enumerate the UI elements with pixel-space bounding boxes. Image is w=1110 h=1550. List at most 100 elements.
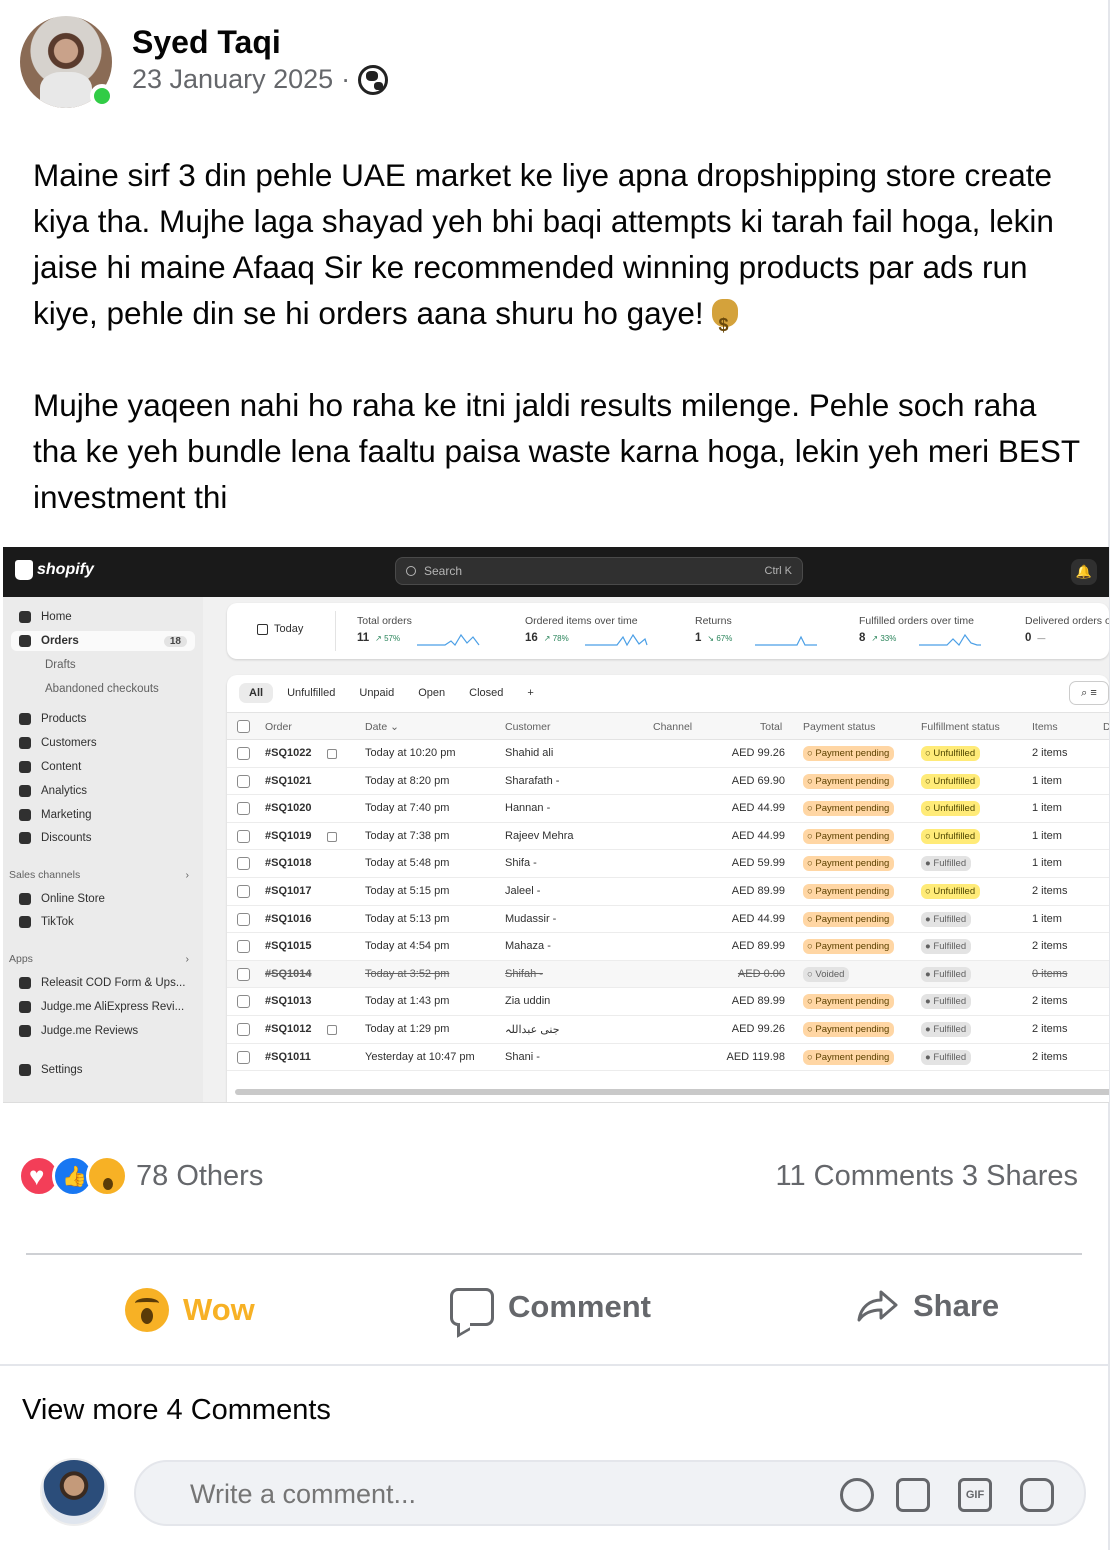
- order-total: AED 89.99: [731, 885, 785, 897]
- fulfillment-status-badge: ○ Unfulfilled: [921, 746, 981, 761]
- reactions-summary[interactable]: 78 Others: [18, 1155, 263, 1197]
- nav-discounts: Discounts: [19, 828, 195, 848]
- emoji-icon[interactable]: [840, 1478, 874, 1512]
- order-number: #SQ1012: [265, 1023, 312, 1035]
- fulfillment-status-badge: ● Fulfilled: [921, 1049, 972, 1065]
- order-row: #SQ1019 Today at 7:38 pm Rajeev Mehra AED 4…: [227, 823, 1109, 851]
- order-date: Today at 1:29 pm: [365, 1023, 450, 1035]
- payment-status-badge: ○ Payment pending: [803, 1049, 895, 1065]
- order-customer: Hannan -: [505, 802, 551, 815]
- divider: [26, 1253, 1082, 1255]
- horizontal-scrollbar: [235, 1089, 1109, 1095]
- row-checkbox: [237, 967, 250, 981]
- row-checkbox: [237, 747, 250, 760]
- order-customer: Shifah -: [505, 967, 543, 980]
- payment-status-badge: ○ Payment pending: [803, 856, 895, 872]
- row-checkbox: [237, 1050, 250, 1064]
- order-date: Today at 8:20 pm: [365, 774, 450, 787]
- date-range-button: Today: [257, 623, 303, 635]
- comment-input[interactable]: [190, 1476, 790, 1512]
- comment-composer[interactable]: GIF: [134, 1460, 1086, 1526]
- calendar-icon: [257, 623, 268, 635]
- app-icon: [19, 1025, 31, 1037]
- metrics-bar: Today Total orders 11 ↗ 57% Ordered items…: [227, 603, 1109, 659]
- share-icon: [857, 1290, 898, 1322]
- order-total: AED 0.00: [737, 967, 785, 980]
- post-paragraph-2: Mujhe yaqeen nahi ho raha ke itni jaldi …: [33, 387, 1080, 515]
- divider: [0, 1364, 1110, 1366]
- shopify-topbar: shopify Search Ctrl K 🔔: [3, 547, 1109, 597]
- post-date[interactable]: 23 January 2025: [132, 64, 333, 95]
- settings-icon: [19, 1064, 31, 1076]
- globe-icon[interactable]: [358, 64, 389, 95]
- nav-online-store: Online Store: [19, 889, 195, 909]
- metric-total-orders: Total orders 11 ↗ 57%: [357, 615, 480, 646]
- order-date: Today at 4:54 pm: [365, 940, 450, 953]
- payment-status-badge: ○ Payment pending: [803, 773, 895, 789]
- fulfillment-status-badge: ○ Unfulfilled: [921, 828, 981, 844]
- orders-count-badge: 18: [163, 635, 187, 647]
- author-name[interactable]: Syed Taqi: [132, 24, 281, 61]
- nav-products: Products: [19, 709, 195, 729]
- row-checkbox: [237, 774, 250, 788]
- camera-icon[interactable]: [896, 1478, 930, 1512]
- order-items: 2 items: [1032, 747, 1068, 759]
- shopify-bag-icon: [15, 560, 33, 580]
- order-items: 2 items: [1032, 1023, 1068, 1035]
- order-date: Yesterday at 10:47 pm: [365, 1050, 475, 1063]
- view-more-comments-link[interactable]: View more 4 Comments: [22, 1394, 331, 1427]
- order-items: 1 item: [1032, 912, 1062, 925]
- order-items: 1 item: [1032, 857, 1062, 870]
- app-icon: [19, 1001, 31, 1013]
- order-items: 2 items: [1032, 885, 1068, 897]
- gif-icon[interactable]: GIF: [958, 1478, 992, 1512]
- shopify-orders-screenshot[interactable]: shopify Search Ctrl K 🔔 Home Orders 18 Dra…: [3, 547, 1109, 1103]
- order-customer: Shani -: [505, 1050, 540, 1063]
- order-total: AED 89.99: [731, 995, 785, 1008]
- add-view-button: +: [527, 687, 534, 699]
- fulfillment-status-badge: ○ Unfulfilled: [921, 773, 981, 789]
- order-customer: Mahaza -: [505, 940, 551, 953]
- wow-button[interactable]: Wow: [125, 1288, 255, 1332]
- fulfillment-status-badge: ● Fulfilled: [921, 994, 972, 1010]
- search-icon: [406, 566, 416, 576]
- tiktok-icon: [19, 916, 31, 928]
- order-items: 1 item: [1032, 829, 1062, 842]
- app-icon: [19, 977, 31, 989]
- table-header: Order Date ⌄ Customer Channel Total Paym…: [227, 712, 1109, 740]
- sticker-icon[interactable]: [1020, 1478, 1054, 1512]
- comments-shares-count[interactable]: 11 Comments 3 Shares: [776, 1160, 1079, 1193]
- order-total: AED 44.99: [731, 802, 785, 815]
- order-date: Today at 7:40 pm: [365, 802, 450, 815]
- sales-channels-heading: Sales channels ›: [9, 869, 189, 881]
- shopify-search: Search Ctrl K: [395, 557, 803, 585]
- order-customer: Sharafath -: [505, 774, 560, 787]
- reaction-count[interactable]: 78 Others: [136, 1160, 263, 1193]
- order-total: AED 119.98: [726, 1050, 785, 1063]
- marketing-icon: [19, 809, 31, 821]
- store-icon: [19, 893, 31, 905]
- search-filter-button: ⌕ ≡: [1069, 681, 1109, 705]
- orders-table: All Unfulfilled Unpaid Open Closed + ⌕ ≡…: [227, 675, 1109, 1102]
- wow-icon: [86, 1155, 128, 1197]
- order-total: AED 89.99: [731, 940, 785, 953]
- metric-fulfilled-orders: Fulfilled orders over time 8 ↗ 33%: [859, 615, 981, 646]
- order-total: AED 59.99: [731, 857, 785, 870]
- tab-unpaid: Unpaid: [359, 687, 395, 699]
- nav-content: Content: [19, 757, 195, 777]
- order-number: #SQ1013: [265, 995, 312, 1008]
- order-number: #SQ1022: [265, 747, 312, 759]
- share-button[interactable]: Share: [855, 1288, 999, 1324]
- order-customer: جنی عبداللہ: [505, 1024, 560, 1036]
- order-row: #SQ1016 Today at 5:13 pm Mudassir - AED 44.…: [227, 906, 1109, 934]
- order-number: #SQ1017: [265, 885, 312, 897]
- order-customer: Mudassir -: [505, 912, 557, 925]
- comment-button[interactable]: Comment: [450, 1288, 651, 1326]
- analytics-icon: [19, 785, 31, 797]
- order-row: #SQ1022 Today at 10:20 pm Shahid ali AED 99…: [227, 740, 1109, 768]
- comment-icon: [450, 1288, 494, 1326]
- discounts-icon: [19, 832, 31, 844]
- order-row: #SQ1013 Today at 1:43 pm Zia uddin AED 89.9…: [227, 988, 1109, 1016]
- sparkline: [585, 633, 648, 647]
- nav-app-judgeme-ali: Judge.me AliExpress Revi...: [19, 997, 195, 1017]
